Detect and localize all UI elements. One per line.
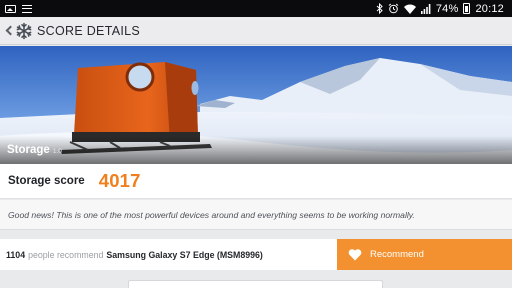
lines-icon	[22, 4, 32, 13]
app-header: SCORE DETAILS	[0, 17, 512, 45]
chevron-left-icon	[5, 25, 15, 36]
next-card[interactable]	[128, 280, 383, 288]
clock: 20:12	[475, 2, 504, 15]
recommend-summary: 1104 people recommend Samsung Galaxy S7 …	[6, 250, 263, 260]
image-icon	[5, 4, 16, 13]
recommend-count: 1104	[6, 249, 26, 260]
page-title: SCORE DETAILS	[37, 23, 140, 38]
snowflake-logo-icon[interactable]	[15, 22, 33, 40]
message-card: Good news! This is one of the most power…	[0, 200, 512, 230]
recommend-row: 1104 people recommend Samsung Galaxy S7 …	[0, 239, 512, 270]
score-card: Storage score 4017	[0, 164, 512, 199]
device-name: Samsung Galaxy S7 Edge (MSM8996)	[106, 249, 263, 260]
wifi-icon	[403, 4, 416, 14]
bluetooth-icon	[376, 3, 383, 14]
battery-icon	[463, 3, 471, 14]
status-message: Good news! This is one of the most power…	[8, 209, 415, 220]
test-name: Storage	[7, 144, 50, 156]
score-value: 4017	[98, 170, 141, 191]
signal-icon	[420, 3, 431, 14]
status-bar: 74% 20:12	[0, 0, 512, 17]
back-button[interactable]	[2, 17, 15, 45]
battery-percent: 74%	[435, 2, 459, 15]
test-version: 1.0	[52, 148, 62, 155]
hero-overlay	[0, 136, 512, 164]
heart-icon	[348, 249, 362, 261]
recommend-button-label: Recommend	[370, 249, 424, 260]
alarm-icon	[388, 3, 399, 14]
score-label: Storage score	[8, 175, 85, 187]
hero-banner: Storage 1.0	[0, 46, 512, 164]
recommend-people-text: people recommend	[28, 249, 104, 260]
hero-label: Storage 1.0	[7, 144, 62, 156]
recommend-button[interactable]: Recommend	[337, 239, 512, 270]
